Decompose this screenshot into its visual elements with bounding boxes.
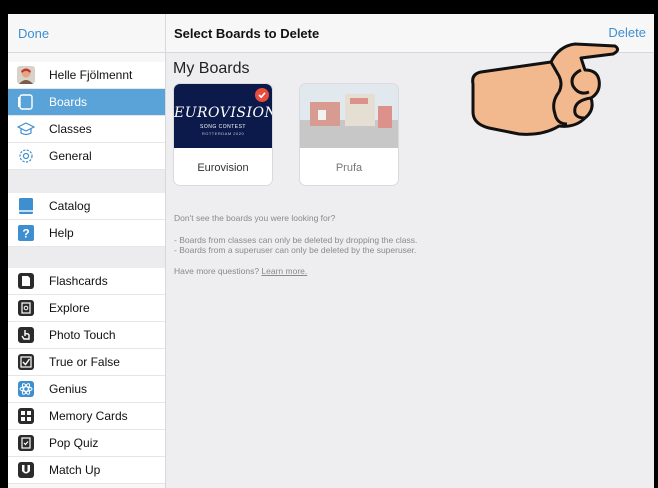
match-up-icon	[17, 461, 35, 479]
sidebar-item-label: Memory Cards	[49, 409, 128, 423]
sidebar-item-help[interactable]: ? Help	[8, 220, 165, 247]
sidebar-item-label: Genius	[49, 382, 88, 396]
memory-cards-icon	[17, 407, 35, 425]
info-more-text: Have more questions?	[174, 266, 260, 276]
logo-text: EUROVISION	[174, 105, 272, 121]
sidebar: Done Helle Fjölmennt Boards Classes Gene…	[8, 14, 166, 488]
help-icon: ?	[17, 224, 35, 242]
logo-subtitle-2: ROTTERDAM 2020	[201, 131, 245, 136]
done-button[interactable]: Done	[18, 26, 49, 41]
boards-icon	[17, 93, 35, 111]
sidebar-item-flashcards[interactable]: Flashcards	[8, 268, 165, 295]
sidebar-item-user[interactable]: Helle Fjölmennt	[8, 62, 165, 89]
board-thumbnail	[300, 84, 398, 148]
sidebar-item-genius[interactable]: Genius	[8, 376, 165, 403]
app-window: Done Helle Fjölmennt Boards Classes Gene…	[8, 14, 654, 488]
svg-text:?: ?	[22, 227, 29, 241]
sidebar-item-label: Photo Touch	[49, 328, 116, 342]
pointing-hand-icon	[471, 42, 620, 136]
sidebar-item-boards[interactable]: Boards	[8, 89, 165, 116]
info-line-classes: - Boards from classes can only be delete…	[174, 235, 418, 245]
sidebar-header: Done	[8, 14, 165, 53]
info-line-superuser: - Boards from a superuser can only be de…	[174, 245, 417, 255]
sidebar-item-label: Catalog	[49, 199, 91, 213]
logo-subtitle: SONG CONTEST	[199, 124, 246, 130]
user-name: Helle Fjölmennt	[49, 68, 133, 82]
info-question: Don't see the boards you were looking fo…	[174, 213, 336, 223]
sidebar-spacer	[8, 170, 165, 193]
board-card-prufa[interactable]: Prufa	[300, 84, 398, 185]
sidebar-item-label: Match Up	[49, 463, 101, 477]
sidebar-item-explore[interactable]: Explore	[8, 295, 165, 322]
sidebar-item-label: Explore	[49, 301, 90, 315]
board-title: Eurovision	[197, 162, 249, 174]
sidebar-item-general[interactable]: General	[8, 143, 165, 170]
page-title: Select Boards to Delete	[174, 26, 320, 41]
sidebar-item-label: General	[49, 149, 92, 163]
sidebar-item-label: Help	[49, 226, 74, 240]
sidebar-item-label: True or False	[49, 355, 120, 369]
sidebar-item-label: Pop Quiz	[49, 436, 99, 450]
selected-check-icon	[255, 88, 269, 102]
board-title: Prufa	[335, 162, 363, 174]
gear-icon	[17, 147, 35, 165]
hand-icon	[17, 326, 35, 344]
avatar	[17, 66, 35, 84]
sidebar-item-true-or-false[interactable]: True or False	[8, 349, 165, 376]
classes-icon	[17, 120, 35, 138]
sidebar-item-memory-cards[interactable]: Memory Cards	[8, 403, 165, 430]
checkbox-icon	[17, 353, 35, 371]
sidebar-item-label: Classes	[49, 122, 92, 136]
flashcards-icon	[17, 272, 35, 290]
sidebar-item-label: Flashcards	[49, 274, 108, 288]
sidebar-item-classes[interactable]: Classes	[8, 116, 165, 143]
explore-icon	[17, 299, 35, 317]
sidebar-item-label: Boards	[49, 95, 88, 109]
learn-more-link[interactable]: Learn more.	[261, 266, 307, 276]
sidebar-item-match-up[interactable]: Match Up	[8, 457, 165, 484]
pop-quiz-icon	[17, 434, 35, 452]
sidebar-item-photo-touch[interactable]: Photo Touch	[8, 322, 165, 349]
book-icon	[17, 197, 35, 215]
section-title: My Boards	[173, 60, 250, 77]
board-card-eurovision[interactable]: EUROVISION SONG CONTEST ROTTERDAM 2020 E…	[174, 84, 272, 185]
sidebar-item-catalog[interactable]: Catalog	[8, 193, 165, 220]
sidebar-spacer	[8, 247, 165, 268]
atom-icon	[17, 380, 35, 398]
sidebar-item-pop-quiz[interactable]: Pop Quiz	[8, 430, 165, 457]
info-more: Have more questions? Learn more.	[174, 266, 307, 276]
